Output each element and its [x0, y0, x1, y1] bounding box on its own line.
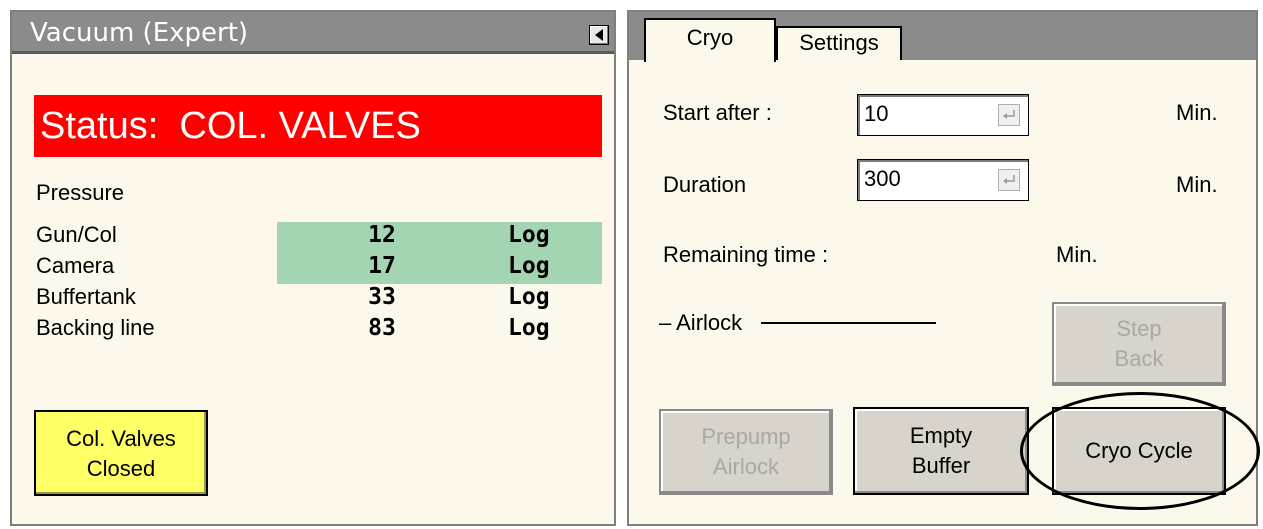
prepump-line1: Prepump — [701, 424, 791, 449]
pressure-name: Backing line — [36, 315, 155, 340]
remaining-time-unit: Min. — [1056, 242, 1098, 267]
empty-buffer-line2: Buffer — [911, 453, 971, 478]
pressure-row-backing-line: Backing line 83 Log — [12, 313, 614, 344]
tab-settings[interactable]: Settings — [776, 26, 902, 60]
col-valves-closed-button[interactable]: Col. Valves Closed — [34, 410, 208, 496]
pressure-unit: Log — [508, 253, 550, 279]
tab-cryo[interactable]: Cryo — [644, 18, 776, 62]
triangle-left-icon — [595, 29, 603, 41]
col-valves-line1: Col. Valves — [66, 426, 176, 451]
pressure-row-gun-col: Gun/Col 12 Log — [12, 220, 614, 251]
vacuum-panel-titlebar: Vacuum (Expert) — [12, 12, 614, 54]
prepump-line2: Airlock — [712, 454, 779, 479]
step-back-line2: Back — [1114, 346, 1164, 371]
airlock-group-divider — [761, 322, 936, 324]
pressure-name: Buffertank — [36, 284, 136, 309]
duration-unit: Min. — [1176, 172, 1218, 197]
col-valves-line2: Closed — [86, 456, 156, 481]
empty-buffer-line1: Empty — [909, 423, 973, 448]
remaining-time-label: Remaining time : — [663, 242, 829, 267]
pressure-unit: Log — [508, 315, 550, 341]
vacuum-panel-title: Vacuum (Expert) — [30, 18, 249, 48]
duration-enter-button[interactable] — [998, 169, 1020, 191]
enter-return-icon — [1003, 110, 1015, 119]
cryo-tabstrip: Cryo Settings — [629, 12, 1256, 62]
cryo-panel: Cryo Settings Start after : 10 Min. Dura… — [627, 10, 1260, 526]
pressure-value: 83 — [368, 315, 396, 341]
empty-buffer-button[interactable]: Empty Buffer — [853, 407, 1029, 495]
step-back-button[interactable]: Step Back — [1052, 302, 1226, 386]
duration-label: Duration — [663, 172, 747, 197]
pressure-value: 12 — [368, 222, 396, 248]
start-after-unit: Min. — [1176, 100, 1218, 125]
pressure-name: Camera — [36, 253, 115, 278]
enter-return-icon — [1003, 175, 1015, 184]
step-back-line1: Step — [1116, 316, 1162, 341]
prepump-airlock-button[interactable]: Prepump Airlock — [659, 409, 833, 495]
vacuum-status-bar: Status: COL. VALVES — [34, 95, 602, 157]
start-after-enter-button[interactable] — [998, 104, 1020, 126]
collapse-panel-button[interactable] — [589, 25, 609, 45]
duration-input[interactable]: 300 — [857, 159, 1029, 201]
cryo-cycle-label: Cryo Cycle — [1085, 438, 1193, 463]
start-after-value: 10 — [864, 101, 889, 126]
duration-value: 300 — [864, 166, 901, 191]
start-after-label: Start after : — [663, 100, 772, 125]
pressure-value: 17 — [368, 253, 396, 279]
pressure-row-buffertank: Buffertank 33 Log — [12, 282, 614, 313]
vacuum-expert-panel: Vacuum (Expert) Status: COL. VALVES Pres… — [10, 10, 616, 526]
pressure-heading: Pressure — [36, 180, 125, 205]
cryo-cycle-button[interactable]: Cryo Cycle — [1052, 407, 1226, 495]
pressure-name: Gun/Col — [36, 222, 117, 247]
pressure-unit: Log — [508, 284, 550, 310]
pressure-row-camera: Camera 17 Log — [12, 251, 614, 282]
start-after-input[interactable]: 10 — [857, 94, 1029, 136]
airlock-group-label: – Airlock — [659, 310, 743, 335]
status-prefix: Status: — [40, 105, 159, 147]
pressure-value: 33 — [368, 284, 396, 310]
status-value: COL. VALVES — [179, 105, 421, 147]
pressure-unit: Log — [508, 222, 550, 248]
